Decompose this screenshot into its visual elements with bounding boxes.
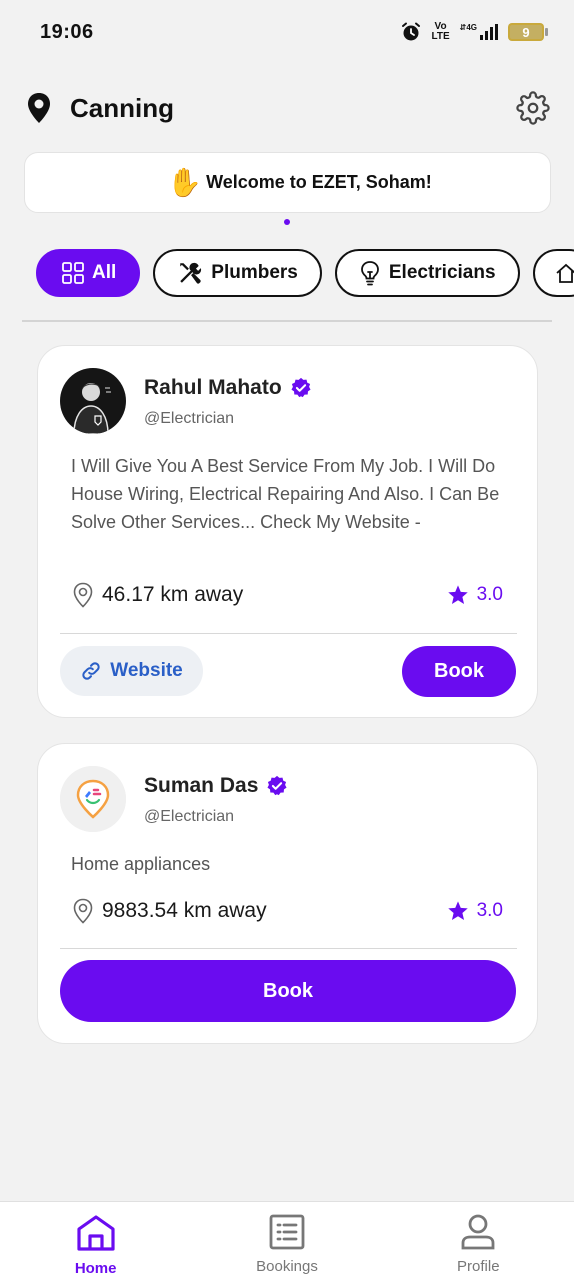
status-bar: 19:06 Vo LTE ⇵4G 9 [0,0,574,64]
carousel-indicator [284,219,290,225]
pin-icon [28,93,50,123]
signal-indicator: ⇵4G [460,24,498,40]
provider-name: Suman Das [144,774,259,797]
provider-card[interactable]: Rahul Mahato @Electrician I Will Give Yo… [37,345,538,718]
settings-button[interactable] [516,91,550,125]
verified-badge-icon [267,775,287,796]
star-icon [447,585,468,604]
volte-indicator: Vo LTE [431,22,449,42]
distance-text: 9883.54 km away [102,899,267,922]
chip-electricians-label: Electricians [388,262,496,283]
avatar[interactable] [60,368,126,434]
avatar[interactable] [60,766,126,832]
rating-value: 3.0 [476,900,503,921]
list-icon [269,1214,305,1250]
category-chips: All Plumbers Electricians [36,249,574,299]
distance: 46.17 km away [72,582,243,608]
chip-plumbers-label: Plumbers [211,262,298,283]
location-selector[interactable]: Canning [26,92,174,124]
bottom-nav: Home Bookings Profile [0,1201,574,1280]
welcome-text: Welcome to EZET, Soham! [206,172,432,192]
nav-bookings-label: Bookings [256,1258,318,1275]
link-icon [82,662,100,680]
chip-more[interactable] [532,249,574,297]
location-name: Canning [70,92,174,123]
rating-value: 3.0 [476,584,503,605]
chips-divider [22,320,552,322]
nav-home[interactable]: Home [1,1202,191,1277]
welcome-banner: ✋ Welcome to EZET, Soham! [24,152,551,213]
location-outline-icon [73,582,93,608]
distance: 9883.54 km away [72,898,267,924]
rating: 3.0 [447,900,503,922]
chip-all[interactable]: All [36,249,141,297]
signal-bars-icon [480,24,498,40]
distance-text: 46.17 km away [102,583,244,606]
card-divider [60,633,517,634]
provider-description: I Will Give You A Best Service From My J… [71,456,500,532]
name-row: Suman Das [144,774,288,798]
rating: 3.0 [447,584,503,606]
provider-card[interactable]: Suman Das @Electrician Home appliances 9… [37,743,538,1044]
house-icon [555,263,574,283]
card-divider [60,948,517,949]
alarm-icon [402,22,421,41]
book-button[interactable]: Book [402,646,516,697]
nav-profile[interactable]: Profile [383,1202,573,1275]
volte-bottom: LTE [431,31,450,42]
nav-profile-label: Profile [457,1258,500,1275]
user-icon [461,1214,495,1250]
book-button[interactable]: Book [60,960,516,1022]
location-outline-icon [73,898,93,924]
header: Canning [26,88,550,128]
bulb-icon [360,261,379,286]
battery-level: 9 [522,24,530,40]
website-label: Website [110,660,183,681]
provider-header: Rahul Mahato @Electrician [60,368,312,434]
wave-emoji: ✋ [167,166,203,198]
nav-home-label: Home [74,1260,117,1277]
provider-handle: @Electrician [144,808,235,825]
grid-icon [62,262,84,284]
name-block: Rahul Mahato @Electrician [144,376,312,428]
name-row: Rahul Mahato [144,376,312,400]
nav-bookings[interactable]: Bookings [192,1202,382,1275]
provider-name: Rahul Mahato [144,376,282,399]
name-block: Suman Das @Electrician [144,774,288,826]
provider-description: Home appliances [71,854,211,874]
provider-header: Suman Das @Electrician [60,766,288,832]
website-button[interactable]: Website [60,646,203,696]
status-icons: Vo LTE ⇵4G 9 [401,22,548,42]
gear-icon [516,91,550,125]
provider-handle: @Electrician [144,410,235,427]
home-icon [77,1215,115,1251]
chip-electricians[interactable]: Electricians [334,249,520,297]
status-time: 19:06 [40,20,94,43]
network-type: 4G [466,23,477,32]
star-icon [447,901,468,920]
chip-all-label: All [92,262,117,283]
chip-plumbers[interactable]: Plumbers [153,249,322,297]
battery-indicator: 9 [508,23,548,41]
tools-icon [180,262,202,284]
verified-badge-icon [291,377,311,398]
